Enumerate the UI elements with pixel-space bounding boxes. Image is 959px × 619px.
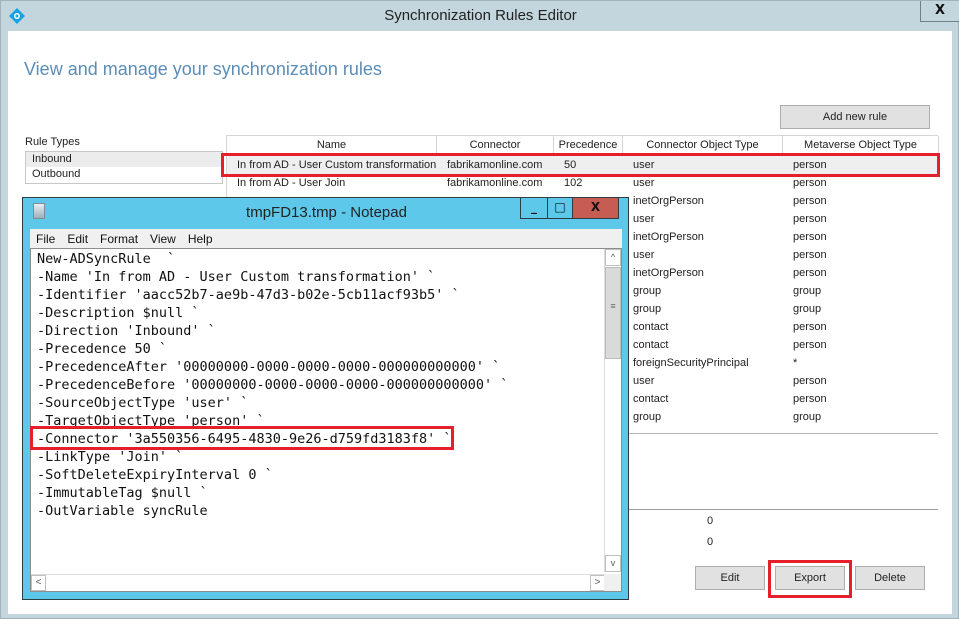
text-line: -PrecedenceBefore '00000000-0000-0000-00… bbox=[37, 377, 509, 393]
cell-cot: group bbox=[633, 411, 662, 423]
notepad-content[interactable]: New-ADSyncRule ` -Name 'In from AD - User… bbox=[37, 250, 508, 520]
page-heading: View and manage your synchronization rul… bbox=[24, 59, 382, 79]
column-header-connector[interactable]: Connector bbox=[437, 136, 554, 155]
resize-grip-icon[interactable] bbox=[604, 574, 621, 591]
cell-mot: person bbox=[793, 177, 827, 189]
cell-cot: contact bbox=[633, 321, 669, 333]
text-line: -SoftDeleteExpiryInterval 0 ` bbox=[37, 467, 273, 483]
scroll-down-icon[interactable]: v bbox=[605, 555, 621, 572]
cell-mot: person bbox=[793, 267, 827, 279]
table-row[interactable]: In from AD - User Join fabrikamonline.com… bbox=[227, 174, 939, 192]
text-line: New-ADSyncRule ` bbox=[37, 251, 176, 267]
scroll-up-icon[interactable]: ^ bbox=[605, 249, 621, 266]
scroll-thumb[interactable]: ≡ bbox=[605, 267, 621, 359]
cell-mot: person bbox=[793, 195, 827, 207]
cell-mot: person bbox=[793, 213, 827, 225]
notepad-minimize-button[interactable]: _ bbox=[520, 198, 548, 219]
detail-value-2: 0 bbox=[707, 536, 714, 548]
cell-mot: group bbox=[793, 303, 822, 315]
scroll-right-icon[interactable]: > bbox=[590, 575, 605, 591]
menu-file[interactable]: File bbox=[30, 229, 61, 248]
cell-cot: user bbox=[633, 159, 655, 171]
text-line: -Name 'In from AD - User Custom transfor… bbox=[37, 269, 436, 285]
notepad-menu-bar: File Edit Format View Help bbox=[30, 229, 622, 248]
cell-mot: person bbox=[793, 159, 827, 171]
grid-header: Name Connector Precedence Connector Obje… bbox=[227, 136, 939, 155]
cell-cot: contact bbox=[633, 393, 669, 405]
window-close-button[interactable]: X bbox=[920, 1, 959, 22]
cell-cot: group bbox=[633, 285, 662, 297]
cell-mot: group bbox=[793, 285, 822, 297]
window-title: Synchronization Rules Editor bbox=[384, 7, 577, 24]
text-line: -LinkType 'Join' ` bbox=[37, 449, 184, 465]
text-line: -SourceObjectType 'user' ` bbox=[37, 395, 249, 411]
cell-cot: group bbox=[633, 303, 662, 315]
cell-cot: user bbox=[633, 249, 655, 261]
menu-view[interactable]: View bbox=[144, 229, 182, 248]
notepad-close-button[interactable]: X bbox=[572, 198, 619, 219]
cell-mot: person bbox=[793, 339, 827, 351]
text-line: -Precedence 50 ` bbox=[37, 341, 168, 357]
cell-cot: inetOrgPerson bbox=[633, 195, 704, 207]
column-header-connector-object-type[interactable]: Connector Object Type bbox=[623, 136, 783, 155]
text-line: -PrecedenceAfter '00000000-0000-0000-000… bbox=[37, 359, 501, 375]
cell-mot: * bbox=[793, 357, 798, 369]
text-line: -Connector '3a550356-6495-4830-9e26-d759… bbox=[37, 431, 452, 447]
cell-cot: user bbox=[633, 177, 655, 189]
vertical-scrollbar[interactable]: ^ ≡ v bbox=[604, 249, 621, 572]
scroll-left-icon[interactable]: < bbox=[31, 575, 46, 591]
cell-name: In from AD - User Join bbox=[237, 177, 346, 189]
notepad-window: tmpFD13.tmp - Notepad _ □ X File Edit Fo… bbox=[22, 197, 629, 600]
cell-cot: inetOrgPerson bbox=[633, 231, 704, 243]
table-row[interactable]: In from AD - User Custom transformation f… bbox=[227, 156, 939, 174]
cell-mot: person bbox=[793, 393, 827, 405]
cell-precedence: 102 bbox=[564, 177, 583, 189]
delete-button[interactable]: Delete bbox=[855, 566, 925, 590]
cell-mot: person bbox=[793, 375, 827, 387]
notepad-text-area[interactable]: New-ADSyncRule ` -Name 'In from AD - User… bbox=[30, 248, 622, 592]
detail-value-1: 0 bbox=[707, 515, 714, 527]
text-line: -Identifier 'aacc52b7-ae9b-47d3-b02e-5cb… bbox=[37, 287, 460, 303]
grip-icon: ≡ bbox=[610, 301, 616, 311]
add-new-rule-button[interactable]: Add new rule bbox=[780, 105, 930, 129]
cell-cot: foreignSecurityPrincipal bbox=[633, 357, 749, 369]
cell-connector: fabrikamonline.com bbox=[447, 159, 543, 171]
cell-precedence: 50 bbox=[564, 159, 577, 171]
text-line: -Description $null ` bbox=[37, 305, 200, 321]
menu-edit[interactable]: Edit bbox=[61, 229, 94, 248]
cell-connector: fabrikamonline.com bbox=[447, 177, 543, 189]
cell-mot: group bbox=[793, 411, 822, 423]
title-bar: Synchronization Rules Editor X bbox=[1, 1, 959, 31]
text-line: -TargetObjectType 'person' ` bbox=[37, 413, 265, 429]
rule-types-list: Inbound Outbound bbox=[25, 151, 223, 184]
cell-mot: person bbox=[793, 321, 827, 333]
text-line: -ImmutableTag $null ` bbox=[37, 485, 208, 501]
column-header-name[interactable]: Name bbox=[227, 136, 437, 155]
rule-type-outbound[interactable]: Outbound bbox=[26, 167, 222, 182]
cell-cot: inetOrgPerson bbox=[633, 267, 704, 279]
rule-types-label: Rule Types bbox=[25, 136, 80, 148]
cell-name: In from AD - User Custom transformation bbox=[237, 159, 437, 171]
cell-cot: user bbox=[633, 213, 655, 225]
cell-cot: user bbox=[633, 375, 655, 387]
column-header-precedence[interactable]: Precedence bbox=[554, 136, 623, 155]
horizontal-scrollbar[interactable]: < > bbox=[31, 574, 605, 591]
menu-format[interactable]: Format bbox=[94, 229, 144, 248]
edit-button[interactable]: Edit bbox=[695, 566, 765, 590]
cell-cot: contact bbox=[633, 339, 669, 351]
column-header-metaverse-object-type[interactable]: Metaverse Object Type bbox=[783, 136, 939, 155]
cell-mot: person bbox=[793, 249, 827, 261]
notepad-maximize-button[interactable]: □ bbox=[547, 198, 573, 219]
cell-mot: person bbox=[793, 231, 827, 243]
text-line: -OutVariable syncRule bbox=[37, 503, 208, 519]
export-button[interactable]: Export bbox=[775, 566, 845, 590]
text-line: -Direction 'Inbound' ` bbox=[37, 323, 216, 339]
menu-help[interactable]: Help bbox=[182, 229, 219, 248]
rule-type-inbound[interactable]: Inbound bbox=[26, 152, 222, 167]
